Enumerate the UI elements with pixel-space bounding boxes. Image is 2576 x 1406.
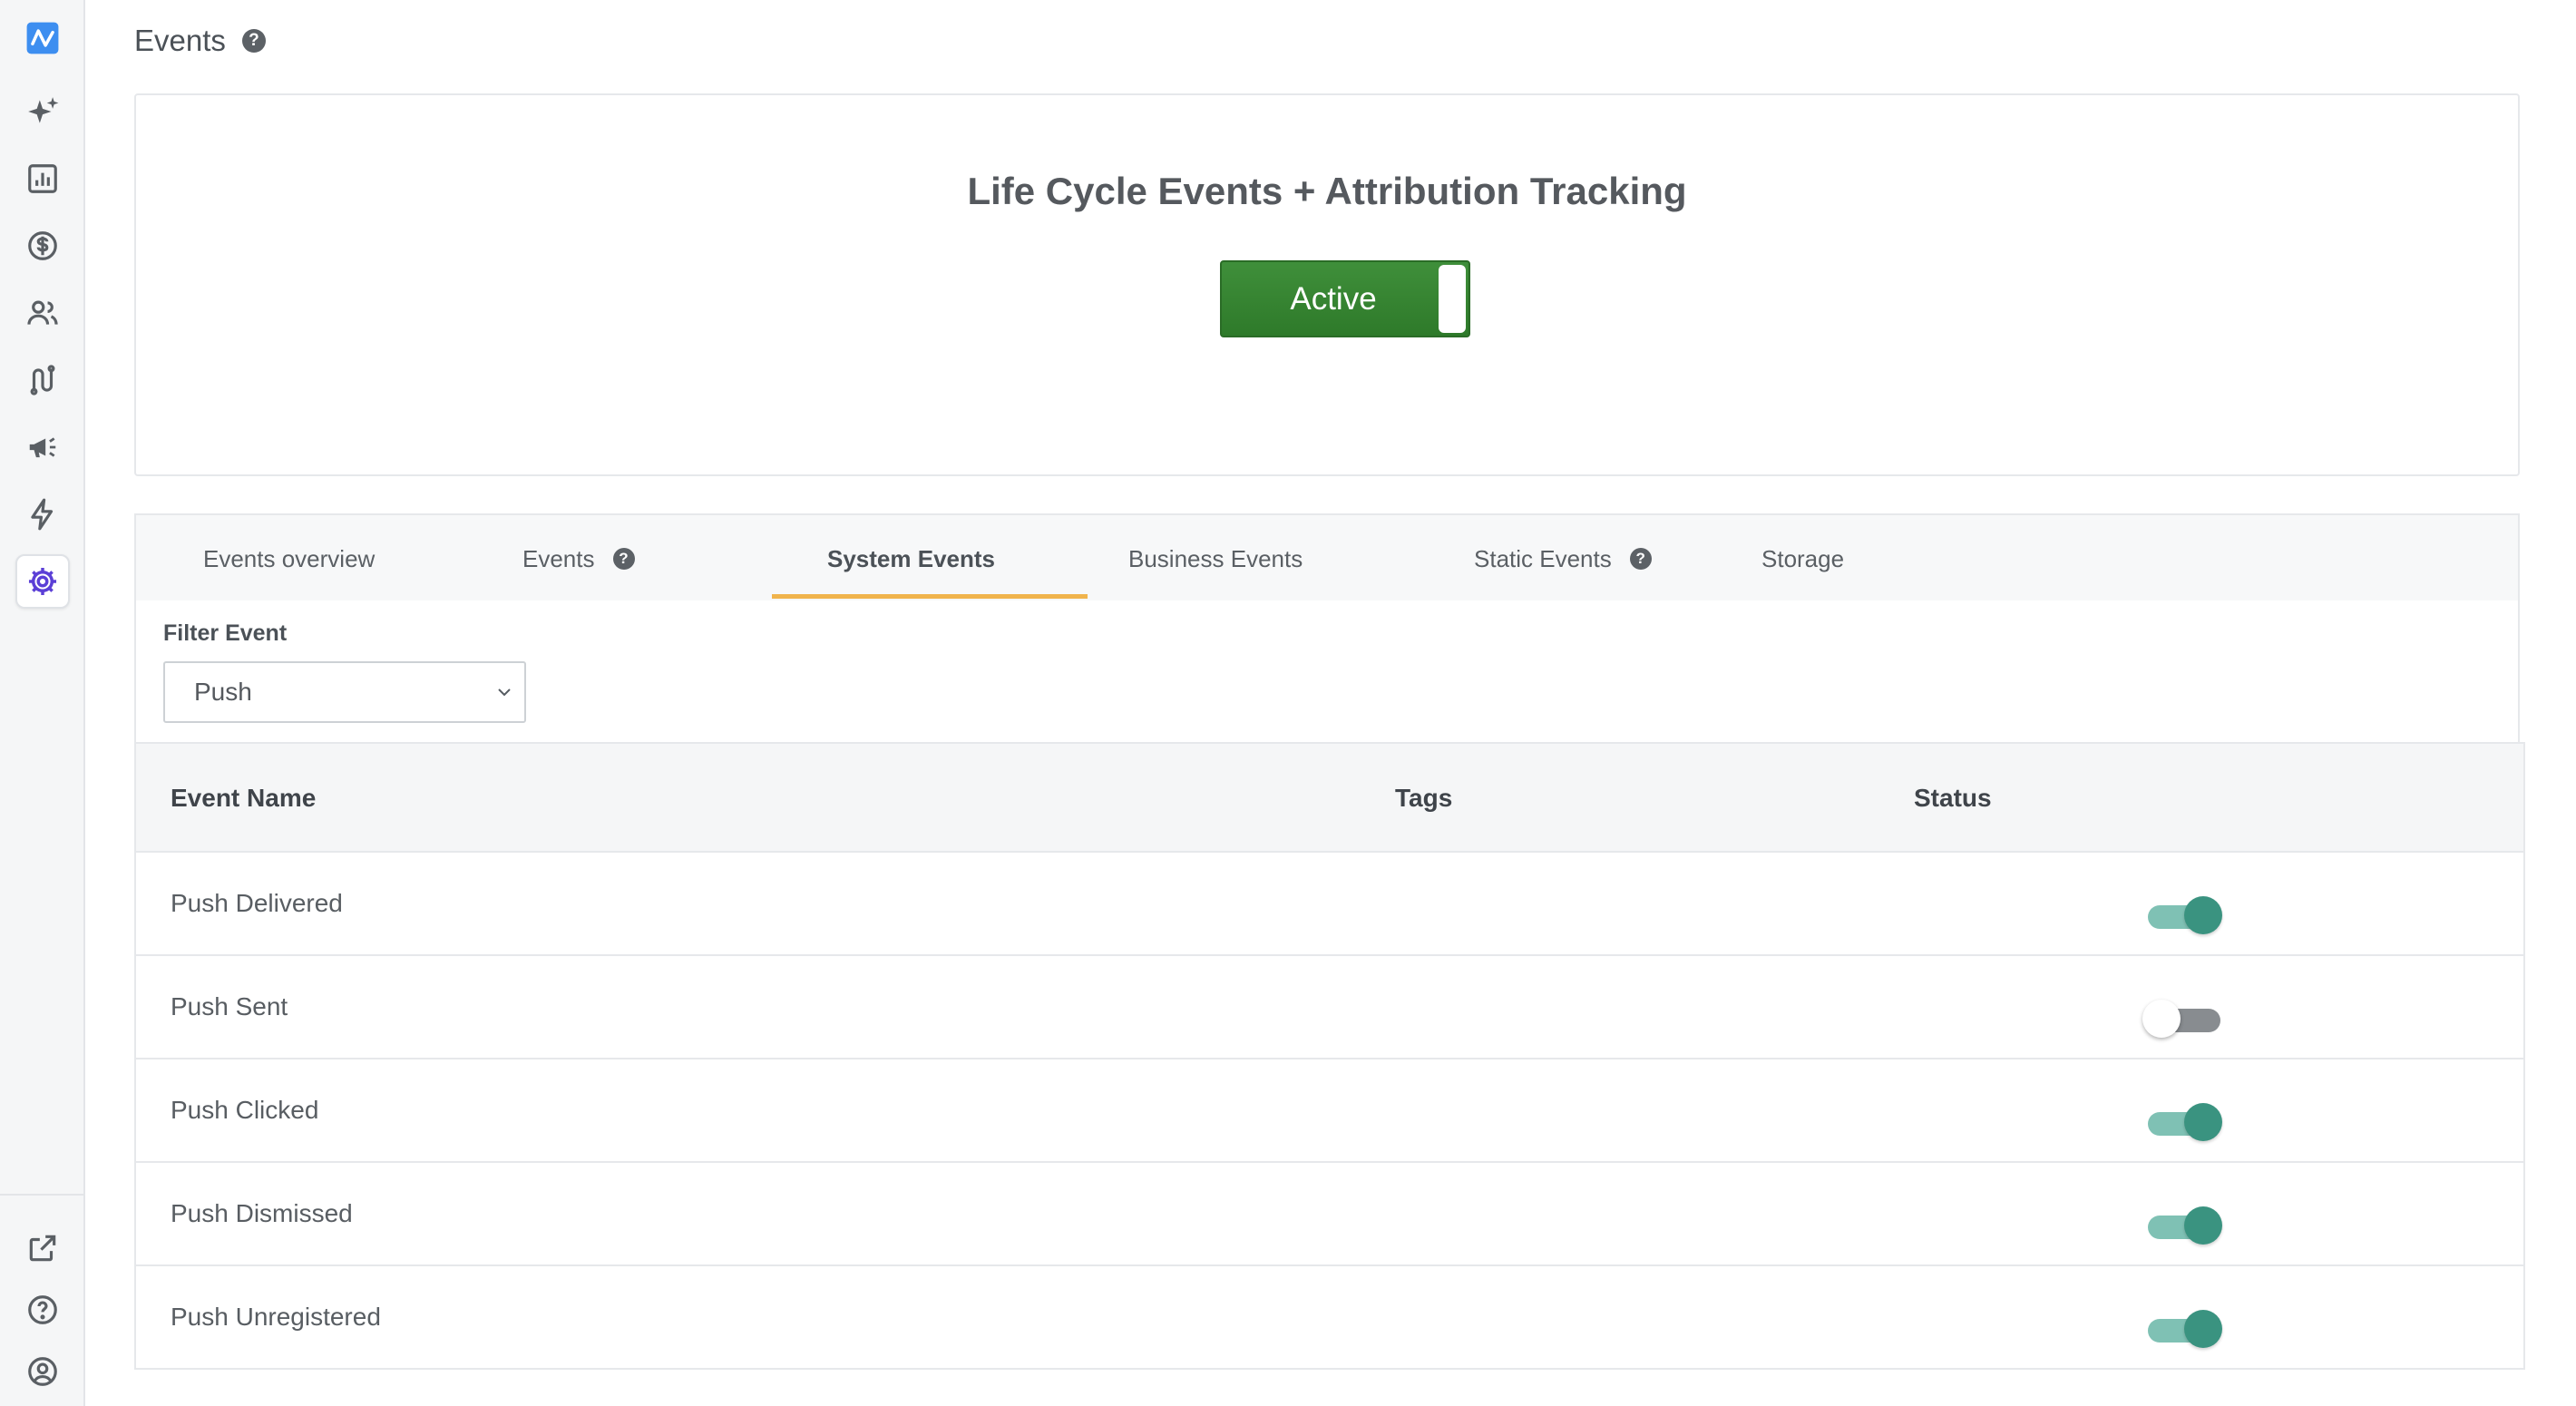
logo-icon[interactable]: [15, 11, 70, 65]
tab-business-events[interactable]: Business Events: [1128, 515, 1303, 602]
column-header-tags: Tags: [1395, 784, 1453, 812]
toggle-thumb: [2184, 896, 2222, 934]
lifecycle-card: Life Cycle Events + Attribution Tracking…: [134, 93, 2520, 476]
filter-panel: Filter Event Push: [134, 600, 2520, 742]
external-link-icon[interactable]: [15, 1221, 70, 1275]
help-icon[interactable]: ?: [1629, 548, 1652, 570]
toggle-label: Active: [1290, 280, 1377, 317]
lifecycle-active-toggle[interactable]: Active: [1220, 260, 1470, 337]
event-name: Push Dismissed: [171, 1199, 353, 1227]
account-icon[interactable]: [15, 1344, 70, 1399]
table-row: Push Unregistered: [134, 1266, 2525, 1370]
table-row: Push Clicked: [134, 1059, 2525, 1163]
toggle-thumb: [2184, 1206, 2222, 1245]
status-toggle[interactable]: [2142, 1000, 2222, 1038]
page-title: Events: [134, 24, 226, 57]
filter-event-select[interactable]: Push: [163, 661, 526, 723]
event-name: Push Delivered: [171, 889, 343, 917]
revenue-icon[interactable]: [15, 219, 70, 273]
users-icon[interactable]: [15, 286, 70, 340]
tab-events-overview[interactable]: Events overview: [203, 515, 375, 602]
table-row: Push Sent: [134, 956, 2525, 1059]
sidebar: [0, 0, 85, 1406]
column-header-event-name: Event Name: [171, 784, 317, 812]
table-row: Push Delivered: [134, 853, 2525, 956]
tabs-bar: Events overview Events ? System Events B…: [134, 513, 2520, 600]
status-toggle[interactable]: [2146, 1206, 2222, 1245]
journeys-icon[interactable]: [15, 353, 70, 407]
lifecycle-title: Life Cycle Events + Attribution Tracking: [967, 170, 1687, 212]
toggle-thumb: [2184, 1103, 2222, 1141]
flash-icon[interactable]: [15, 487, 70, 542]
active-tab-indicator: [772, 594, 1088, 599]
event-name: Push Unregistered: [171, 1303, 381, 1331]
toggle-thumb: [2142, 1000, 2181, 1038]
tab-label: Events overview: [203, 544, 376, 572]
tab-system-events[interactable]: System Events: [827, 515, 995, 602]
tab-static-events[interactable]: Static Events ?: [1474, 515, 1652, 602]
tab-label: System Events: [827, 544, 995, 572]
event-name: Push Clicked: [171, 1096, 319, 1124]
tab-events[interactable]: Events ?: [522, 515, 635, 602]
tab-label: Business Events: [1128, 544, 1303, 572]
tab-label: Static Events: [1474, 544, 1612, 572]
status-toggle[interactable]: [2146, 1103, 2222, 1141]
analytics-icon[interactable]: [15, 151, 70, 206]
sparkle-icon[interactable]: [15, 84, 70, 139]
help-icon[interactable]: ?: [241, 29, 266, 53]
sidebar-divider: [0, 1194, 85, 1196]
tab-storage[interactable]: Storage: [1761, 515, 1844, 602]
status-toggle[interactable]: [2146, 1310, 2222, 1348]
table-row: Push Dismissed: [134, 1163, 2525, 1266]
settings-icon[interactable]: [15, 554, 70, 609]
event-name: Push Sent: [171, 992, 288, 1020]
help-icon[interactable]: [15, 1283, 70, 1337]
page-header: Events ?: [134, 24, 266, 58]
tab-label: Events: [522, 544, 595, 572]
help-icon[interactable]: ?: [612, 548, 635, 570]
tab-label: Storage: [1761, 544, 1845, 572]
filter-label: Filter Event: [163, 620, 288, 646]
chevron-down-icon: [498, 688, 511, 697]
filter-selected-value: Push: [194, 678, 252, 706]
table-header: Event Name Tags Status: [134, 742, 2525, 853]
toggle-thumb: [2184, 1310, 2222, 1348]
toggle-knob: [1439, 265, 1466, 333]
status-toggle[interactable]: [2146, 896, 2222, 934]
campaigns-icon[interactable]: [15, 420, 70, 474]
events-table: Event Name Tags Status Push Delivered Pus…: [134, 742, 2525, 1370]
main-content: Events ? Life Cycle Events + Attribution…: [85, 0, 2576, 1406]
column-header-status: Status: [1914, 784, 1992, 812]
